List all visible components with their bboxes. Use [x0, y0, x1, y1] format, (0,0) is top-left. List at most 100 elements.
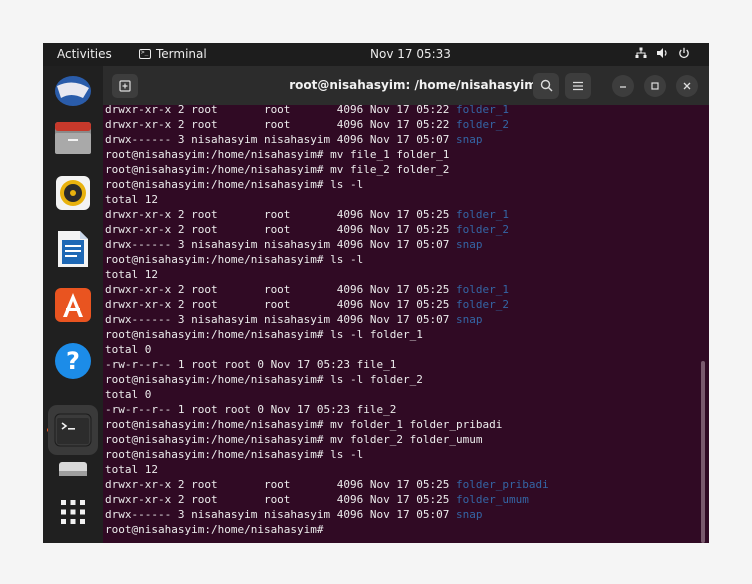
desktop-screen: Activities >_ Terminal Nov 17 05:33 ? ro…: [43, 43, 709, 543]
terminal-line: drwx------ 3 nisahasyim nisahasyim 4096 …: [105, 312, 695, 327]
close-button[interactable]: [676, 75, 698, 97]
window-title: root@nisahasyim: /home/nisahasyim: [289, 78, 537, 92]
terminal-line: root@nisahasyim:/home/nisahasyim# ls -l: [105, 447, 695, 462]
show-applications-icon[interactable]: [53, 492, 93, 532]
close-icon: [683, 82, 691, 90]
search-icon: [540, 79, 552, 92]
svg-text:?: ?: [66, 347, 80, 375]
terminal-line: drwxr-xr-x 2 root root 4096 Nov 17 05:25…: [105, 282, 695, 297]
terminal-line: root@nisahasyim:/home/nisahasyim# ls -l …: [105, 327, 695, 342]
activities-button[interactable]: Activities: [57, 47, 112, 61]
snap-dir-name: snap: [456, 313, 483, 326]
snap-dir-name: snap: [456, 508, 483, 521]
rhythmbox-icon[interactable]: [53, 173, 93, 213]
terminal-line: root@nisahasyim:/home/nisahasyim# mv fil…: [105, 147, 695, 162]
terminal-line-text: drwx------ 3 nisahasyim nisahasyim 4096 …: [105, 238, 456, 251]
terminal-line-text: drwxr-xr-x 2 root root 4096 Nov 17 05:25: [105, 298, 456, 311]
terminal-line: -rw-r--r-- 1 root root 0 Nov 17 05:23 fi…: [105, 357, 695, 372]
new-tab-icon: [119, 80, 131, 92]
files-icon[interactable]: [53, 117, 93, 157]
dir-name: folder_2: [456, 298, 509, 311]
power-icon: [678, 47, 690, 62]
clock[interactable]: Nov 17 05:33: [370, 47, 451, 61]
terminal-line-text: total 12: [105, 193, 158, 206]
maximize-button[interactable]: [644, 75, 666, 97]
dir-name: folder_1: [456, 208, 509, 221]
dock: ?: [43, 66, 103, 543]
terminal-line: drwxr-xr-x 2 root root 4096 Nov 17 05:22…: [105, 102, 695, 117]
terminal-line-text: root@nisahasyim:/home/nisahasyim#: [105, 523, 324, 536]
terminal-line-text: root@nisahasyim:/home/nisahasyim# mv fil…: [105, 163, 450, 176]
terminal-dock-icon[interactable]: [48, 405, 98, 455]
dir-name: folder_1: [456, 103, 509, 116]
terminal-line: drwxr-xr-x 2 root root 4096 Nov 17 05:25…: [105, 207, 695, 222]
terminal-line-text: -rw-r--r-- 1 root root 0 Nov 17 05:23 fi…: [105, 403, 397, 416]
new-tab-button[interactable]: [112, 74, 138, 98]
system-tray[interactable]: [635, 47, 690, 62]
terminal-line: drwxr-xr-x 2 root root 4096 Nov 17 05:25…: [105, 222, 695, 237]
terminal-lines: drwxr-xr-x 2 root root 4096 Nov 17 05:22…: [105, 102, 695, 537]
terminal-line-text: root@nisahasyim:/home/nisahasyim# ls -l: [105, 253, 364, 266]
terminal-line-text: total 0: [105, 343, 152, 356]
terminal-line: total 12: [105, 192, 695, 207]
terminal-line-text: drwxr-xr-x 2 root root 4096 Nov 17 05:22: [105, 103, 456, 116]
terminal-line: drwxr-xr-x 2 root root 4096 Nov 17 05:25…: [105, 297, 695, 312]
terminal-line: drwx------ 3 nisahasyim nisahasyim 4096 …: [105, 132, 695, 147]
app-menu[interactable]: >_ Terminal: [139, 47, 207, 61]
help-icon[interactable]: ?: [53, 341, 93, 381]
software-center-icon[interactable]: [53, 285, 93, 325]
terminal-line: drwx------ 3 nisahasyim nisahasyim 4096 …: [105, 507, 695, 522]
terminal-line: root@nisahasyim:/home/nisahasyim# ls -l: [105, 177, 695, 192]
terminal-line-text: drwx------ 3 nisahasyim nisahasyim 4096 …: [105, 133, 456, 146]
terminal-line: total 12: [105, 267, 695, 282]
dir-name: folder_2: [456, 118, 509, 131]
maximize-icon: [651, 82, 659, 90]
terminal-line: total 0: [105, 387, 695, 402]
libreoffice-writer-icon[interactable]: [53, 229, 93, 269]
terminal-line: root@nisahasyim:/home/nisahasyim# ls -l …: [105, 372, 695, 387]
terminal-line-text: root@nisahasyim:/home/nisahasyim# mv fol…: [105, 433, 483, 446]
terminal-line-text: total 0: [105, 388, 152, 401]
menu-button[interactable]: [565, 73, 591, 99]
terminal-line-text: root@nisahasyim:/home/nisahasyim# ls -l: [105, 178, 364, 191]
snap-dir-name: snap: [456, 133, 483, 146]
terminal-line-text: drwx------ 3 nisahasyim nisahasyim 4096 …: [105, 313, 456, 326]
terminal-line: drwx------ 3 nisahasyim nisahasyim 4096 …: [105, 237, 695, 252]
terminal-line-text: drwxr-xr-x 2 root root 4096 Nov 17 05:25: [105, 493, 456, 506]
top-bar: Activities >_ Terminal Nov 17 05:33: [43, 43, 709, 66]
hamburger-icon: [573, 81, 583, 91]
terminal-line-text: root@nisahasyim:/home/nisahasyim# ls -l …: [105, 328, 423, 341]
dir-name: folder_pribadi: [456, 478, 549, 491]
scrollbar[interactable]: [701, 361, 705, 543]
terminal-line: drwxr-xr-x 2 root root 4096 Nov 17 05:25…: [105, 477, 695, 492]
terminal-line-text: root@nisahasyim:/home/nisahasyim# ls -l: [105, 448, 364, 461]
terminal-line-text: drwxr-xr-x 2 root root 4096 Nov 17 05:25: [105, 283, 456, 296]
terminal-line: drwxr-xr-x 2 root root 4096 Nov 17 05:25…: [105, 492, 695, 507]
terminal-headerbar: root@nisahasyim: /home/nisahasyim: [103, 66, 709, 105]
dir-name: folder_1: [456, 283, 509, 296]
network-icon: [635, 47, 647, 62]
terminal-line: -rw-r--r-- 1 root root 0 Nov 17 05:23 fi…: [105, 402, 695, 417]
app-menu-label: Terminal: [156, 47, 207, 61]
terminal-line: root@nisahasyim:/home/nisahasyim# mv fol…: [105, 432, 695, 447]
terminal-line: total 0: [105, 342, 695, 357]
terminal-line-text: total 12: [105, 268, 158, 281]
terminal-line-text: total 12: [105, 463, 158, 476]
terminal-line-text: drwx------ 3 nisahasyim nisahasyim 4096 …: [105, 508, 456, 521]
terminal-line: total 12: [105, 462, 695, 477]
terminal-line-text: root@nisahasyim:/home/nisahasyim# ls -l …: [105, 373, 423, 386]
terminal-line: root@nisahasyim:/home/nisahasyim# ls -l: [105, 252, 695, 267]
search-button[interactable]: [533, 73, 559, 99]
terminal-output[interactable]: drwxr-xr-x 2 root root 4096 Nov 17 05:22…: [103, 102, 709, 543]
minimize-icon: [620, 86, 626, 88]
disk-icon[interactable]: [53, 462, 93, 476]
terminal-app-icon: >_: [139, 49, 151, 59]
terminal-line-text: root@nisahasyim:/home/nisahasyim# mv fol…: [105, 418, 503, 431]
terminal-line: root@nisahasyim:/home/nisahasyim# mv fol…: [105, 417, 695, 432]
volume-icon: [656, 47, 669, 62]
terminal-line-text: root@nisahasyim:/home/nisahasyim# mv fil…: [105, 148, 450, 161]
thunderbird-icon[interactable]: [53, 71, 93, 111]
minimize-button[interactable]: [612, 75, 634, 97]
terminal-line: root@nisahasyim:/home/nisahasyim#: [105, 522, 695, 537]
dir-name: folder_2: [456, 223, 509, 236]
